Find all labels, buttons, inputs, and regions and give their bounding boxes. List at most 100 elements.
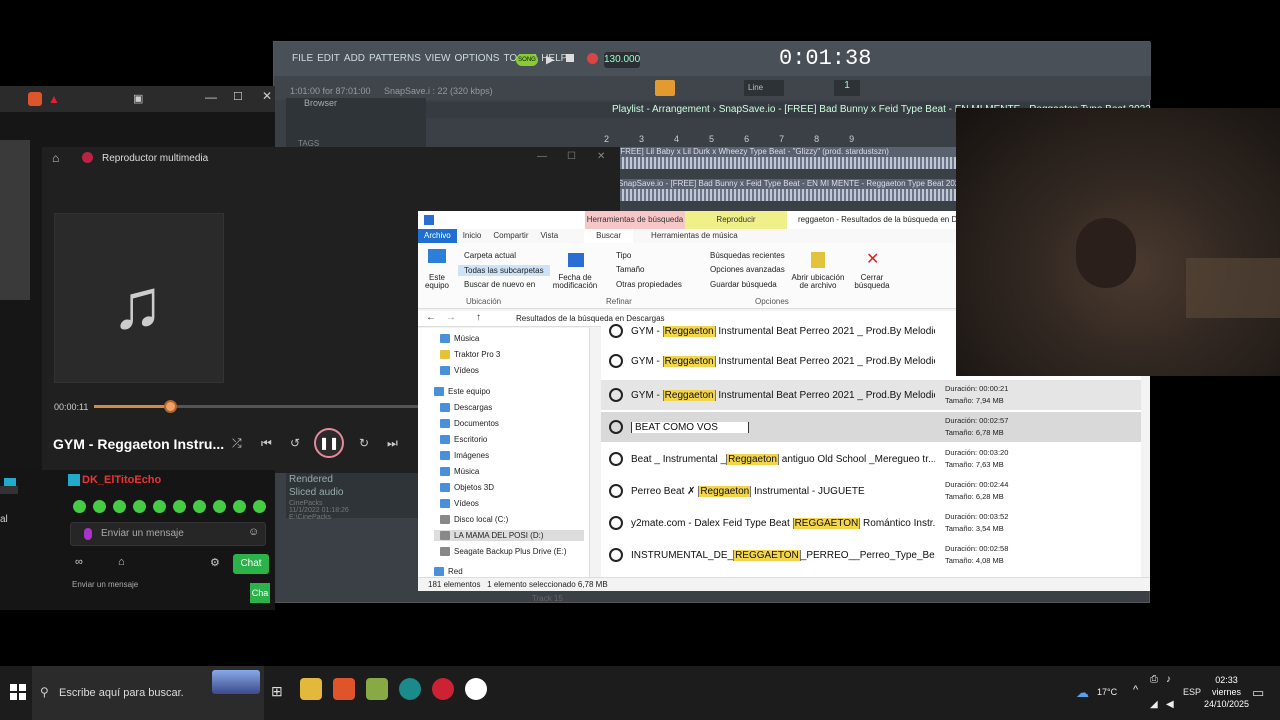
list-item-selected[interactable]: BEAT COMO VOS Duración: 00:02:57 Tamaño: … [601, 412, 1141, 442]
menu-edit[interactable]: EDIT [317, 53, 340, 64]
este-equipo-button[interactable]: Este equipo [424, 274, 450, 290]
audio-clip[interactable]: SnapSave.io - [FREE] Bad Bunny x Feid Ty… [614, 179, 958, 201]
up-icon[interactable]: ↑ [476, 312, 481, 323]
shuffle-icon[interactable]: ⤮ [232, 436, 242, 451]
usb-icon[interactable]: ⎙ [1150, 674, 1158, 685]
emote-icon[interactable] [213, 500, 226, 513]
tab-search-tools[interactable]: Herramientas de búsqueda [585, 211, 685, 229]
network-icon[interactable]: ◢ [1150, 699, 1158, 710]
nav-item[interactable]: Vídeos [440, 366, 479, 375]
minimize-icon[interactable]: — [205, 90, 217, 104]
emote-icon[interactable] [253, 500, 266, 513]
emote-icon[interactable] [113, 500, 126, 513]
nav-item[interactable]: Objetos 3D [440, 483, 494, 492]
temperature[interactable]: 17°C [1097, 687, 1117, 697]
nav-item[interactable]: Música [440, 467, 479, 476]
back-icon[interactable]: ← [426, 312, 436, 323]
seek-knob[interactable] [163, 400, 177, 413]
emote-icon[interactable] [173, 500, 186, 513]
fl-studio-icon[interactable] [366, 678, 388, 700]
tab-archivo[interactable]: Archivo [418, 229, 457, 243]
tab-compartir[interactable]: Compartir [487, 229, 534, 243]
reader-icon[interactable]: ▣ [133, 92, 143, 105]
list-item[interactable]: INSTRUMENTAL_DE_ REGGAETON _PERREO__Perreo… [601, 540, 1141, 570]
brave-icon[interactable] [333, 678, 355, 700]
forward-icon[interactable]: → [446, 312, 456, 323]
seek-bar[interactable] [94, 400, 424, 413]
mic-icon[interactable] [84, 528, 92, 540]
nav-item-selected[interactable]: LA MAMA DEL POSI (D:) [434, 530, 584, 541]
obs-icon[interactable] [432, 678, 454, 700]
cerrar-busqueda-button[interactable]: Cerrar búsqueda [852, 274, 892, 290]
taskbar-search[interactable]: ⚲ Escribe aquí para buscar. [32, 666, 264, 720]
weather-icon[interactable]: ☁ [1076, 685, 1089, 701]
rewind-icon[interactable]: ↺ [290, 436, 300, 450]
nav-item[interactable]: Descargas [440, 403, 492, 412]
tab-inicio[interactable]: Inicio [457, 229, 488, 243]
busquedas-recientes-button[interactable]: Búsquedas recientes [710, 251, 785, 260]
clock[interactable]: 02:33 viernes 24/10/2025 [1204, 674, 1249, 710]
nav-item[interactable]: Traktor Pro 3 [440, 350, 500, 359]
media-player-icon[interactable] [465, 678, 487, 700]
menu-file[interactable]: FILE [292, 53, 313, 64]
gift-icon[interactable]: ⌂ [118, 556, 125, 568]
snap-select[interactable]: Line [744, 80, 784, 96]
rewards-icon[interactable]: ▲ [48, 92, 60, 106]
pattern-select[interactable]: 1 [834, 80, 860, 96]
chat-input[interactable]: Enviar un mensaje [70, 522, 266, 546]
guardar-busqueda-button[interactable]: Guardar búsqueda [710, 280, 777, 289]
next-icon[interactable]: ⏭ [387, 436, 398, 451]
notifications-icon[interactable]: ▭ [1252, 685, 1264, 701]
mini-chat-button[interactable]: Cha [250, 583, 270, 603]
emote-icon[interactable] [93, 500, 106, 513]
play-icon[interactable]: ▶ [546, 53, 554, 66]
nav-item[interactable]: Documentos [440, 419, 499, 428]
emoji-icon[interactable]: ☺ [248, 526, 259, 538]
opciones-avanzadas-button[interactable]: Opciones avanzadas [710, 265, 785, 274]
forward-icon[interactable]: ↻ [359, 436, 369, 450]
points-icon[interactable]: ∞ [75, 556, 83, 568]
chat-send-button[interactable]: Chat [233, 554, 269, 574]
carpeta-actual-button[interactable]: Carpeta actual [464, 251, 516, 260]
emote-icon[interactable] [193, 500, 206, 513]
volume-icon[interactable]: ◀ [1166, 699, 1174, 710]
nav-item[interactable]: Vídeos [440, 499, 479, 508]
pause-button[interactable]: ❚❚ [314, 428, 344, 458]
brave-icon[interactable] [28, 92, 42, 106]
emote-icon[interactable] [233, 500, 246, 513]
previous-icon[interactable]: ⏮ [261, 436, 272, 451]
rendered-folder[interactable]: Rendered [289, 474, 419, 485]
tab-play[interactable]: Reproducir [685, 211, 787, 229]
nav-item[interactable]: Imágenes [440, 451, 489, 460]
nav-item[interactable]: Este equipo [434, 387, 490, 396]
record-icon[interactable] [587, 53, 598, 64]
song-mode-toggle[interactable]: SONG [516, 54, 538, 66]
close-icon[interactable]: ✕ [262, 89, 272, 103]
abrir-ubicacion-button[interactable]: Abrir ubicación de archivo [790, 274, 846, 290]
tab-buscar[interactable]: Buscar [584, 229, 634, 243]
task-view-icon[interactable]: ⊞ [271, 683, 283, 700]
list-item[interactable]: GYM - Reggaeton Instrumental Beat Perreo… [601, 380, 1141, 410]
tab-music-tools[interactable]: Herramientas de música [645, 229, 744, 243]
tab-vista[interactable]: Vista [535, 229, 565, 243]
chat-username[interactable]: DK_ElTitoEcho [82, 474, 161, 486]
minimize-icon[interactable]: — [537, 151, 547, 162]
menu-patterns[interactable]: PATTERNS [369, 53, 421, 64]
menu-view[interactable]: VIEW [425, 53, 451, 64]
app-icon[interactable] [399, 678, 421, 700]
maximize-icon[interactable]: ☐ [567, 151, 576, 162]
nav-item[interactable]: Disco local (C:) [440, 515, 508, 524]
settings-icon[interactable]: ⚙ [210, 556, 220, 569]
nav-item[interactable]: Red [434, 567, 463, 576]
menu-add[interactable]: ADD [344, 53, 365, 64]
emote-icon[interactable] [133, 500, 146, 513]
audio-clip[interactable]: [FREE] Lil Baby x Lil Durk x Wheezy Type… [614, 147, 958, 169]
maximize-icon[interactable]: ☐ [233, 90, 243, 103]
tamano-button[interactable]: Tamaño [616, 265, 644, 274]
emote-icon[interactable] [153, 500, 166, 513]
otras-propiedades-button[interactable]: Otras propiedades [616, 280, 682, 289]
mini-chat-input[interactable]: Enviar un mensaje [72, 580, 154, 608]
menu-options[interactable]: OPTIONS [454, 53, 499, 64]
tempo-display[interactable]: 130.000 [604, 52, 640, 68]
sliced-folder[interactable]: Sliced audio [289, 487, 419, 498]
